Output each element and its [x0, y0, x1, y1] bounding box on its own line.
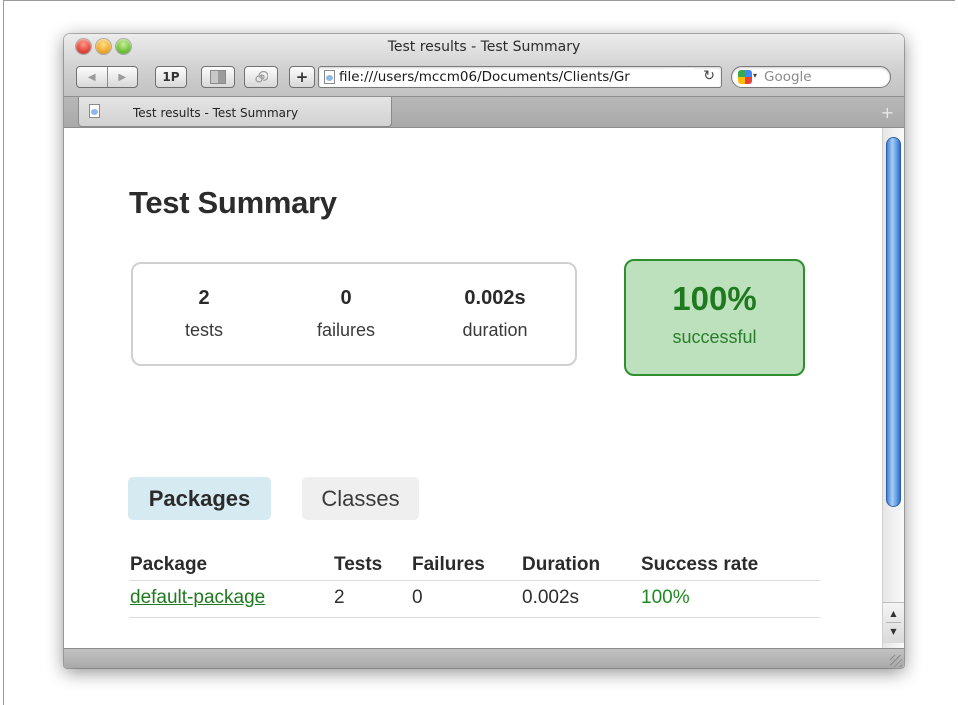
google-logo-icon[interactable]: [738, 70, 752, 84]
bookmarks-icon: [210, 70, 226, 84]
header-failures: Failures: [412, 554, 485, 575]
failures-count: 0: [340, 287, 352, 309]
header-success-rate: Success rate: [641, 554, 759, 575]
package-link[interactable]: default-package: [130, 587, 265, 609]
packages-table: Package Tests Failures Duration Success …: [129, 550, 820, 618]
tests-metric: 2 tests: [144, 286, 264, 341]
search-placeholder: Google: [764, 69, 812, 85]
back-button[interactable]: ◀: [77, 67, 108, 87]
row-failures: 0: [412, 587, 423, 608]
tests-label: tests: [184, 320, 223, 340]
page-border-left: [3, 0, 4, 705]
browser-window: Test results - Test Summary ◀ ▶ 1P + fil…: [64, 34, 904, 668]
header-tests: Tests: [334, 554, 383, 575]
add-bookmark-button[interactable]: +: [289, 66, 315, 88]
failures-metric: 0 failures: [286, 286, 406, 341]
title-bar: Test results - Test Summary ◀ ▶ 1P + fil…: [64, 34, 904, 97]
header-package: Package: [130, 554, 208, 575]
row-success-rate: 100%: [641, 587, 690, 608]
success-rate-value: 100%: [672, 280, 757, 317]
forward-button[interactable]: ▶: [108, 67, 138, 87]
row-duration: 0.002s: [522, 587, 580, 608]
reload-icon[interactable]: ↻: [703, 68, 715, 84]
search-field[interactable]: ▾ Google: [731, 66, 891, 88]
success-rate-label: successful: [672, 327, 757, 347]
file-page-icon: [89, 104, 100, 118]
url-fade: [654, 68, 694, 86]
page-content: Test Summary 2 tests 0 failures 0.002s d…: [64, 128, 882, 648]
tab-bar: Test results - Test Summary +: [64, 97, 904, 128]
chevron-down-icon[interactable]: ▾: [753, 71, 757, 80]
duration-label: duration: [462, 320, 528, 340]
duration-value: 0.002s: [464, 287, 526, 309]
status-bar: [64, 648, 904, 668]
bookmarks-button[interactable]: [201, 66, 235, 88]
scroll-thumb[interactable]: [886, 137, 901, 507]
back-forward-group: ◀ ▶: [76, 66, 138, 88]
table-header-row: Package Tests Failures Duration Success …: [129, 550, 820, 581]
history-button[interactable]: [244, 66, 278, 88]
table-row: default-package 2 0 0.002s 100%: [129, 581, 820, 618]
spiral-icon: [255, 70, 268, 83]
tests-count: 2: [198, 287, 210, 309]
row-tests: 2: [334, 587, 345, 608]
success-rate-box: 100% successful: [624, 259, 805, 376]
tab-test-results[interactable]: Test results - Test Summary: [78, 97, 392, 127]
onepassword-button[interactable]: 1P: [155, 66, 187, 88]
tab-label: Test results - Test Summary: [133, 106, 299, 120]
failures-label: failures: [316, 320, 376, 340]
header-duration: Duration: [522, 554, 601, 575]
file-page-icon: [324, 70, 335, 84]
scroll-arrows: ▲ ▼: [883, 602, 904, 643]
new-tab-button[interactable]: +: [881, 103, 894, 122]
summary-box: 2 tests 0 failures 0.002s duration: [131, 262, 577, 366]
address-bar[interactable]: file:///users/mccm06/Documents/Clients/G…: [318, 66, 722, 88]
tab-packages[interactable]: Packages: [128, 477, 271, 520]
vertical-scrollbar[interactable]: ▲ ▼: [882, 128, 904, 648]
page-title: Test Summary: [129, 185, 337, 220]
address-url[interactable]: file:///users/mccm06/Documents/Clients/G…: [339, 69, 691, 85]
scroll-up-arrow-icon[interactable]: ▲: [883, 609, 904, 618]
page-border-top: [3, 0, 955, 1]
scroll-down-arrow-icon[interactable]: ▼: [883, 627, 904, 636]
duration-metric: 0.002s duration: [435, 286, 555, 341]
window-title: Test results - Test Summary: [387, 39, 581, 55]
scroll-arrow-divider: [886, 622, 901, 623]
resize-grip-icon[interactable]: [890, 655, 902, 667]
tab-classes[interactable]: Classes: [302, 477, 419, 520]
